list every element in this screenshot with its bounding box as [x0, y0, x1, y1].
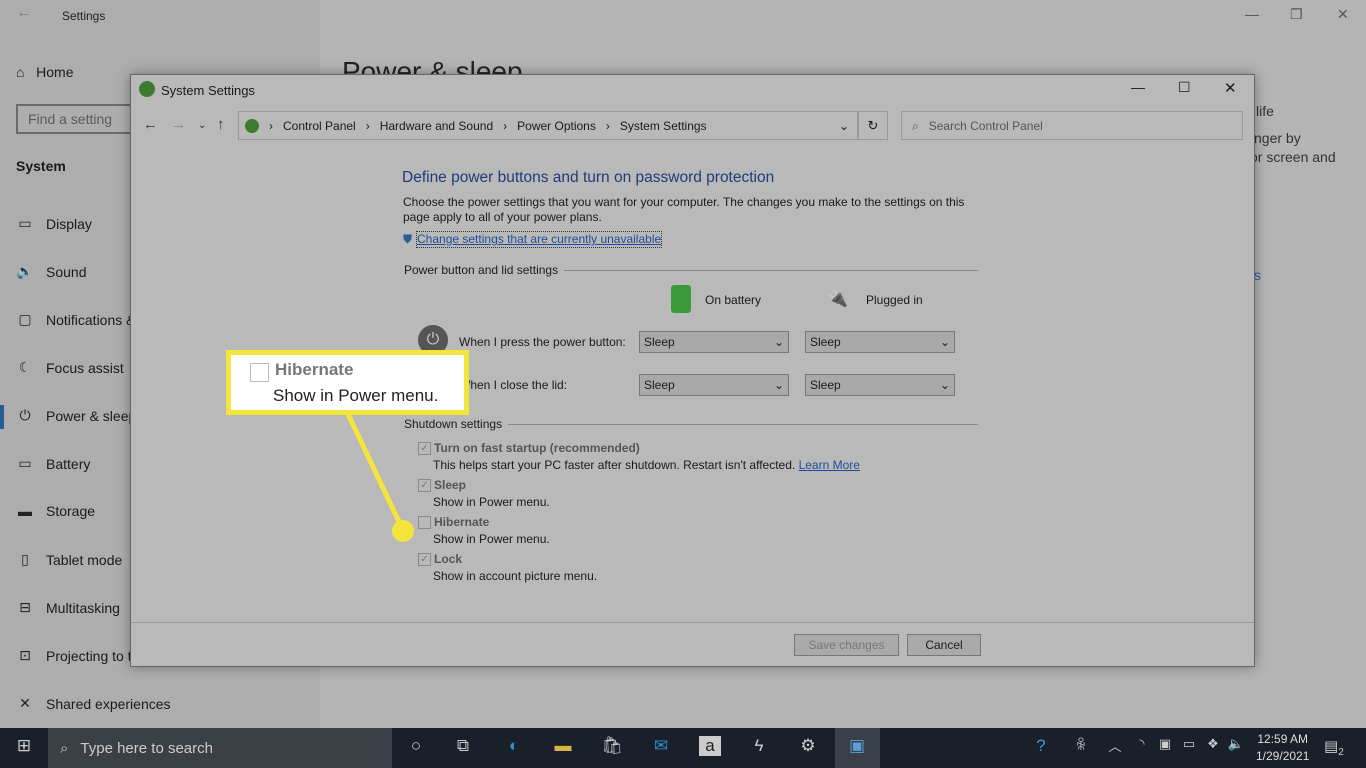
- task-view-icon[interactable]: ⧉: [448, 736, 478, 756]
- people-icon[interactable]: ꆜ: [1066, 736, 1096, 754]
- volume-icon[interactable]: 🔈: [1221, 736, 1251, 752]
- settings-gear-icon[interactable]: ⚙: [793, 736, 823, 756]
- callout-dot: [392, 520, 414, 542]
- app-s-icon[interactable]: ϟ: [744, 736, 774, 756]
- notification-count: 2: [1338, 747, 1344, 758]
- store-icon[interactable]: 🛍: [597, 736, 627, 756]
- clock[interactable]: 12:59 AM 1/29/2021: [1256, 731, 1309, 765]
- taskbar-search-box[interactable]: ⌕ Type here to search: [48, 728, 392, 768]
- callout-line: [345, 412, 405, 530]
- callout-label: Hibernate: [275, 360, 354, 379]
- taskbar: ⊞ ⌕ Type here to search ○ ⧉ ◐ ▬ 🛍 ✉ a ϟ ⚙…: [0, 728, 1366, 768]
- action-center-icon[interactable]: ▤2: [1324, 737, 1344, 758]
- clock-date: 1/29/2021: [1256, 749, 1310, 763]
- file-explorer-icon[interactable]: ▬: [548, 736, 578, 756]
- cortana-icon[interactable]: ○: [401, 736, 431, 756]
- edge-icon[interactable]: ◐: [499, 736, 529, 756]
- amazon-icon[interactable]: a: [699, 736, 721, 756]
- control-panel-icon: ▣: [848, 736, 866, 755]
- mail-icon[interactable]: ✉: [646, 736, 676, 756]
- callout-pointer: [345, 412, 414, 542]
- callout-desc: Show in Power menu.: [273, 386, 439, 405]
- help-icon[interactable]: ?: [1026, 736, 1056, 756]
- hibernate-callout: Hibernate Show in Power menu.: [226, 350, 469, 415]
- control-panel-taskbar-button[interactable]: ▣: [835, 728, 880, 768]
- start-windows-icon[interactable]: ⊞: [9, 736, 39, 756]
- clock-time: 12:59 AM: [1257, 732, 1309, 746]
- show-hidden-icons-chevron[interactable]: ︿: [1100, 736, 1130, 755]
- callout-checkbox: [250, 363, 269, 382]
- taskbar-search-placeholder: Type here to search: [80, 739, 213, 757]
- search-icon: ⌕: [60, 739, 69, 757]
